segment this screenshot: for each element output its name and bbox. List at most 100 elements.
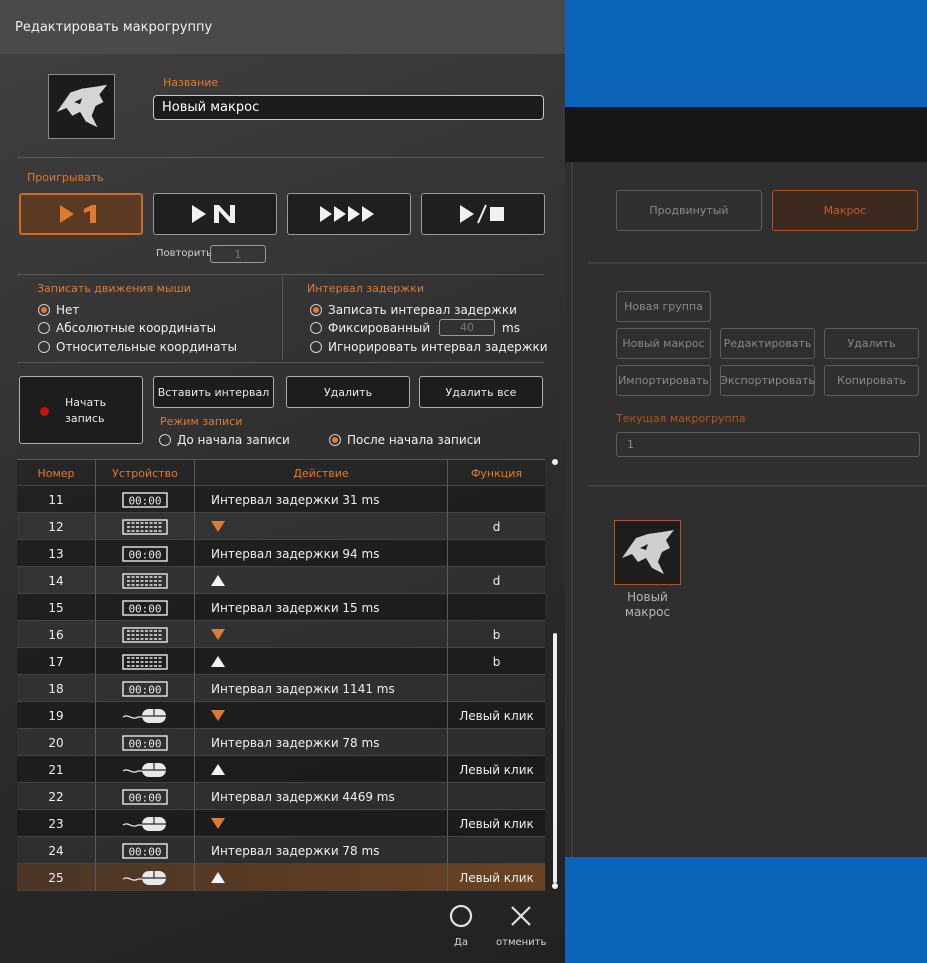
play-n-times-icon xyxy=(192,205,235,223)
row-function xyxy=(448,837,545,864)
row-number: 21 xyxy=(17,756,96,783)
export-button[interactable]: Экспортировать xyxy=(720,365,815,396)
mouse-icon xyxy=(122,762,168,778)
name-label: Название xyxy=(163,76,219,89)
play-n-times-button[interactable] xyxy=(153,193,277,235)
mouse-icon xyxy=(122,708,168,724)
delay-option-ignore[interactable]: Игнорировать интервал задержки xyxy=(310,340,548,354)
row-number: 22 xyxy=(17,783,96,810)
panther-logo-icon xyxy=(56,84,107,127)
dialog-title: Редактировать макрогруппу xyxy=(15,20,213,35)
dialog-titlebar: Редактировать макрогруппу xyxy=(0,0,565,54)
svg-text:00:00: 00:00 xyxy=(128,494,161,507)
row-device xyxy=(96,621,195,648)
table-row[interactable]: 25 Левый клик xyxy=(17,864,545,891)
scroll-down-arrow[interactable] xyxy=(552,883,558,889)
delay-option-record[interactable]: Записать интервал задержки xyxy=(310,303,517,317)
table-row[interactable]: 12 d xyxy=(17,513,545,540)
mode-option-after[interactable]: После начала записи xyxy=(329,433,481,447)
row-number: 25 xyxy=(17,864,96,891)
row-number: 20 xyxy=(17,729,96,756)
scrollbar-thumb[interactable] xyxy=(553,633,557,883)
table-row[interactable]: 15 00:00 Интервал задержки 15 ms xyxy=(17,594,545,621)
tab-advanced[interactable]: Продвинутый xyxy=(616,190,762,231)
mouse-option-relative[interactable]: Относительные координаты xyxy=(38,340,237,354)
scroll-up-arrow[interactable] xyxy=(552,459,558,465)
radio-icon xyxy=(310,341,322,353)
table-row[interactable]: 11 00:00 Интервал задержки 31 ms xyxy=(17,486,545,513)
new-group-button[interactable]: Новая группа xyxy=(616,291,711,322)
delete-all-button[interactable]: Удалить все xyxy=(419,376,543,408)
macro-name-input[interactable]: Новый макрос xyxy=(153,95,544,120)
row-action xyxy=(195,513,448,540)
play-loop-button[interactable] xyxy=(287,193,411,235)
key-up-arrow-icon xyxy=(211,656,225,667)
row-action xyxy=(195,702,448,729)
row-device xyxy=(96,810,195,837)
row-function: b xyxy=(492,627,501,642)
play-stop-button[interactable] xyxy=(421,193,545,235)
svg-text:00:00: 00:00 xyxy=(128,683,161,696)
tab-macro[interactable]: Макрос xyxy=(772,190,918,231)
row-action xyxy=(195,648,448,675)
divider xyxy=(588,262,927,264)
table-scrollbar[interactable] xyxy=(552,459,558,889)
delay-option-fixed[interactable]: Фиксированный xyxy=(310,321,430,335)
repeat-count-input[interactable]: 1 xyxy=(210,245,266,263)
row-action: Интервал задержки 4469 ms xyxy=(195,783,448,810)
timer-icon: 00:00 xyxy=(122,491,168,508)
table-row[interactable]: 18 00:00 Интервал задержки 1141 ms xyxy=(17,675,545,702)
table-row[interactable]: 20 00:00 Интервал задержки 78 ms xyxy=(17,729,545,756)
key-down-arrow-icon xyxy=(211,521,225,532)
row-device xyxy=(96,513,195,540)
cancel-label: отменить xyxy=(496,937,547,948)
macro-icon[interactable] xyxy=(48,74,115,139)
keyboard-icon xyxy=(122,572,168,589)
svg-text:00:00: 00:00 xyxy=(128,602,161,615)
row-number: 12 xyxy=(17,513,96,540)
play-once-button[interactable] xyxy=(19,193,143,235)
mouse-option-absolute[interactable]: Абсолютные координаты xyxy=(38,321,216,335)
fixed-delay-input[interactable]: 40 xyxy=(439,319,495,336)
delete-button[interactable]: Удалить xyxy=(824,328,919,359)
row-number: 17 xyxy=(17,648,96,675)
edit-macro-group-dialog: Редактировать макрогруппу Название Новый… xyxy=(0,0,565,963)
table-row[interactable]: 21 Левый клик xyxy=(17,756,545,783)
mode-option-before[interactable]: До начала записи xyxy=(159,433,290,447)
radio-label: Фиксированный xyxy=(328,321,431,335)
mouse-option-none[interactable]: Нет xyxy=(38,303,79,317)
cancel-button[interactable]: отменить xyxy=(496,903,546,948)
table-row[interactable]: 14 d xyxy=(17,567,545,594)
table-row[interactable]: 22 00:00 Интервал задержки 4469 ms xyxy=(17,783,545,810)
divider xyxy=(17,274,544,275)
divider xyxy=(17,157,544,158)
table-row[interactable]: 24 00:00 Интервал задержки 78 ms xyxy=(17,837,545,864)
new-macro-button[interactable]: Новый макрос xyxy=(616,328,711,359)
table-row[interactable]: 17 b xyxy=(17,648,545,675)
table-row[interactable]: 19 Левый клик xyxy=(17,702,545,729)
mouse-icon xyxy=(122,816,168,832)
table-row[interactable]: 13 00:00 Интервал задержки 94 ms xyxy=(17,540,545,567)
delete-button[interactable]: Удалить xyxy=(286,376,410,408)
copy-button[interactable]: Копировать xyxy=(824,365,919,396)
row-function: d xyxy=(492,573,501,588)
row-device xyxy=(96,864,195,891)
import-button[interactable]: Импортировать xyxy=(616,365,711,396)
current-group-field[interactable]: 1 xyxy=(616,432,920,457)
keyboard-icon xyxy=(122,518,168,535)
edit-button[interactable]: Редактировать xyxy=(720,328,815,359)
insert-interval-button[interactable]: Вставить интервал xyxy=(153,376,274,408)
radio-icon xyxy=(38,304,50,316)
ok-button[interactable]: Да xyxy=(436,903,486,948)
macro-thumbnail[interactable] xyxy=(614,520,681,585)
row-device xyxy=(96,648,195,675)
start-record-button[interactable]: Начать запись xyxy=(19,376,143,444)
table-row[interactable]: 23 Левый клик xyxy=(17,810,545,837)
row-number: 15 xyxy=(17,594,96,621)
row-number: 16 xyxy=(17,621,96,648)
radio-label: Абсолютные координаты xyxy=(56,321,217,335)
row-function: Левый клик xyxy=(459,816,534,831)
table-row[interactable]: 16 b xyxy=(17,621,545,648)
row-number: 18 xyxy=(17,675,96,702)
row-function xyxy=(448,729,545,756)
